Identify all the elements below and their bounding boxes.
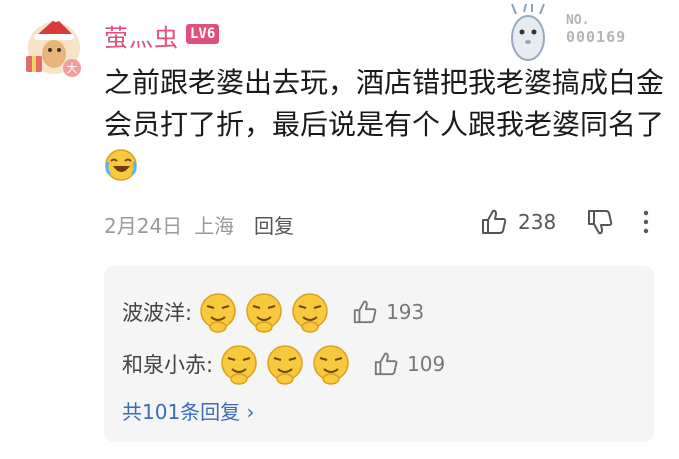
avatar[interactable]: 大	[22, 14, 86, 78]
comment-location: 上海	[194, 214, 235, 238]
smirk-emoji-icon	[267, 345, 303, 385]
thumbs-up-icon[interactable]	[352, 299, 378, 325]
smirk-emoji-icon	[200, 293, 236, 333]
reply-like-count: 193	[386, 300, 425, 324]
laughing-crying-emoji-icon	[105, 149, 137, 181]
thumbs-down-icon[interactable]	[586, 208, 614, 236]
avatar-badge-text: 大	[67, 61, 78, 75]
smirk-emoji-icon	[313, 345, 349, 385]
smirk-emoji-icon	[292, 293, 328, 333]
smirk-emoji-icon	[221, 345, 257, 385]
thumbs-up-icon[interactable]	[373, 351, 399, 377]
thumbs-up-icon[interactable]	[480, 208, 508, 236]
more-replies-link[interactable]: 共101条回复 ›	[122, 396, 255, 425]
reply-row[interactable]: 波波洋: 193	[122, 290, 424, 334]
comment-text: 之前跟老婆出去玩，酒店错把我老婆搞成白金会员打了折，最后说是有个人跟我老婆同名了	[104, 62, 664, 188]
no-label: NO.	[566, 13, 590, 28]
reply-username[interactable]: 和泉小赤:	[122, 349, 213, 379]
level-badge: LV6	[186, 24, 220, 44]
mascot-icon	[511, 4, 545, 61]
comment-date: 2月24日	[104, 214, 183, 238]
like-count: 238	[518, 210, 557, 234]
reply-row[interactable]: 和泉小赤: 109	[122, 342, 445, 386]
comment-body: 之前跟老婆出去玩，酒店错把我老婆搞成白金会员打了折，最后说是有个人跟我老婆同名了	[104, 66, 665, 141]
more-options-icon[interactable]	[640, 208, 652, 236]
replies-panel: 波波洋: 193 和泉小赤: 109 共101条回复 ›	[104, 266, 654, 442]
reply-button[interactable]: 回复	[254, 210, 294, 239]
reply-like-count: 109	[407, 352, 446, 376]
reply-username[interactable]: 波波洋:	[122, 297, 192, 327]
comment-meta: 2月24日 上海	[104, 210, 246, 239]
username[interactable]: 萤灬虫	[104, 18, 179, 53]
no-number: 000169	[566, 28, 627, 46]
smirk-emoji-icon	[246, 293, 282, 333]
